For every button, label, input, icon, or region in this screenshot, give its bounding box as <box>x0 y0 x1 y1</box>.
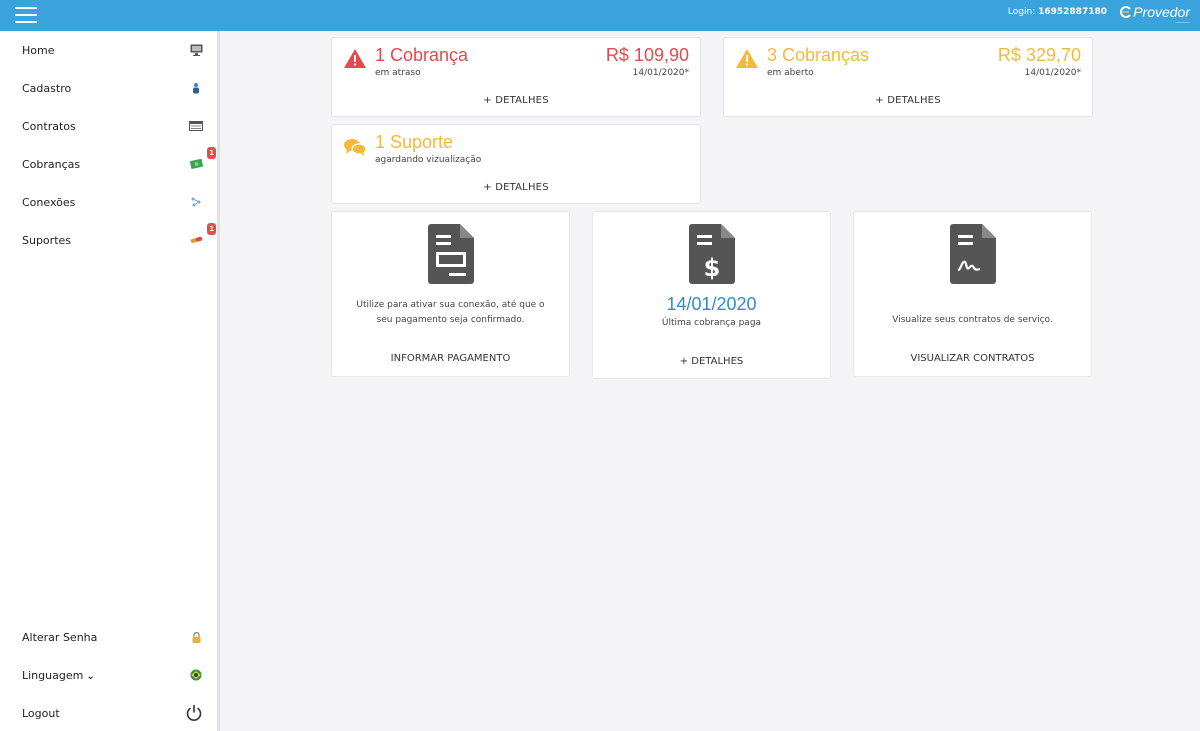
contracts-description: Visualize seus contratos de serviço. <box>892 315 1053 325</box>
document-signature-icon <box>949 224 996 284</box>
chat-bubbles-icon <box>344 139 367 156</box>
connection-icon <box>189 195 203 209</box>
login-label: Login: <box>1007 7 1036 17</box>
brand-logo: Provedor <box>1120 4 1190 20</box>
support-subtitle: agardando vizualização <box>375 155 482 165</box>
open-subtitle: em aberto <box>767 68 814 78</box>
menu-hamburger-icon[interactable] <box>15 7 37 24</box>
power-icon <box>185 704 203 722</box>
brand-swoosh-icon <box>1120 6 1131 18</box>
sidebar-item-suportes[interactable]: Suportes 1 <box>0 221 217 259</box>
warning-triangle-icon <box>344 49 366 68</box>
brand-tagline: ——— <box>1175 20 1190 26</box>
open-charges-card: 3 Cobranças em aberto R$ 329,70 14/01/20… <box>723 37 1093 117</box>
sidebar-item-linguagem[interactable]: Linguagem ⌄ <box>0 656 217 694</box>
language-label: Linguagem <box>22 668 84 682</box>
notification-badge: 1 <box>207 147 216 159</box>
sidebar-item-contratos[interactable]: Contratos <box>0 107 217 145</box>
support-details-link[interactable]: + DETALHES <box>332 182 700 193</box>
sidebar-item-label: Cadastro <box>22 81 72 95</box>
last-paid-details-link[interactable]: + DETALHES <box>593 356 830 367</box>
sidebar: Home Cadastro Contratos Cobranças 1 Cone… <box>0 31 220 731</box>
sidebar-item-home[interactable]: Home <box>0 31 217 69</box>
sidebar-item-label: Conexões <box>22 195 76 209</box>
overdue-count: 1 Cobrança <box>375 45 469 65</box>
visualizar-contratos-button[interactable]: VISUALIZAR CONTRATOS <box>854 353 1091 364</box>
last-paid-date: 14/01/2020 <box>666 294 757 314</box>
last-paid-label: Última cobrança paga <box>661 318 762 328</box>
sidebar-item-label: Logout <box>22 706 60 720</box>
overdue-details-link[interactable]: + DETALHES <box>332 95 700 106</box>
overdue-subtitle: em atraso <box>375 68 421 78</box>
contracts-card: Visualize seus contratos de serviço. VIS… <box>853 211 1092 377</box>
overdue-charges-card: 1 Cobrança em atraso R$ 109,90 14/01/202… <box>331 37 701 117</box>
login-value: 16952887180 <box>1038 7 1107 17</box>
overdue-date: 14/01/2020* <box>632 68 689 78</box>
sidebar-item-conexoes[interactable]: Conexões <box>0 183 217 221</box>
payment-card: Utilize para ativar sua conexão, até que… <box>331 211 570 377</box>
support-icon <box>189 233 203 247</box>
money-icon <box>189 157 203 171</box>
brand-name: Provedor <box>1133 4 1190 20</box>
informar-pagamento-button[interactable]: INFORMAR PAGAMENTO <box>332 353 569 364</box>
top-bar: Login: 16952887180 Provedor ——— <box>0 0 1200 31</box>
user-icon <box>189 81 203 95</box>
support-count: 1 Suporte <box>375 132 454 152</box>
last-paid-card: $ 14/01/2020 Última cobrança paga + DETA… <box>592 211 831 379</box>
notification-badge: 1 <box>207 223 216 235</box>
payment-description: Utilize para ativar sua conexão, até que… <box>332 298 569 328</box>
sidebar-item-label: Cobranças <box>22 157 81 171</box>
chevron-down-icon: ⌄ <box>86 670 95 682</box>
document-dollar-icon: $ <box>688 224 735 284</box>
document-receipt-icon <box>427 224 474 284</box>
sidebar-item-cadastro[interactable]: Cadastro <box>0 69 217 107</box>
payment-description-line2: seu pagamento seja confirmado. <box>376 315 525 325</box>
open-date: 14/01/2020* <box>1024 68 1081 78</box>
payment-description-line1: Utilize para ativar sua conexão, até que… <box>356 300 545 310</box>
sidebar-item-label: Home <box>22 43 55 57</box>
sidebar-item-cobrancas[interactable]: Cobranças 1 <box>0 145 217 183</box>
sidebar-item-label: Suportes <box>22 233 72 247</box>
sidebar-item-logout[interactable]: Logout <box>0 694 217 731</box>
sidebar-item-label: Alterar Senha <box>22 630 98 644</box>
contract-icon <box>189 119 203 133</box>
lock-icon <box>189 630 203 644</box>
login-info: Login: 16952887180 <box>1008 7 1107 17</box>
overdue-amount: R$ 109,90 <box>605 45 689 65</box>
brazil-flag-icon <box>189 668 203 682</box>
svg-text:$: $ <box>703 254 720 282</box>
open-amount: R$ 329,70 <box>997 45 1081 65</box>
open-count: 3 Cobranças <box>767 45 870 65</box>
sidebar-item-label: Linguagem ⌄ <box>22 669 95 682</box>
sidebar-item-alterar-senha[interactable]: Alterar Senha <box>0 618 217 656</box>
sidebar-item-label: Contratos <box>22 119 76 133</box>
support-card: 1 Suporte agardando vizualização + DETAL… <box>331 124 701 204</box>
monitor-icon <box>189 43 203 57</box>
open-details-link[interactable]: + DETALHES <box>724 95 1092 106</box>
warning-triangle-icon <box>736 49 758 68</box>
